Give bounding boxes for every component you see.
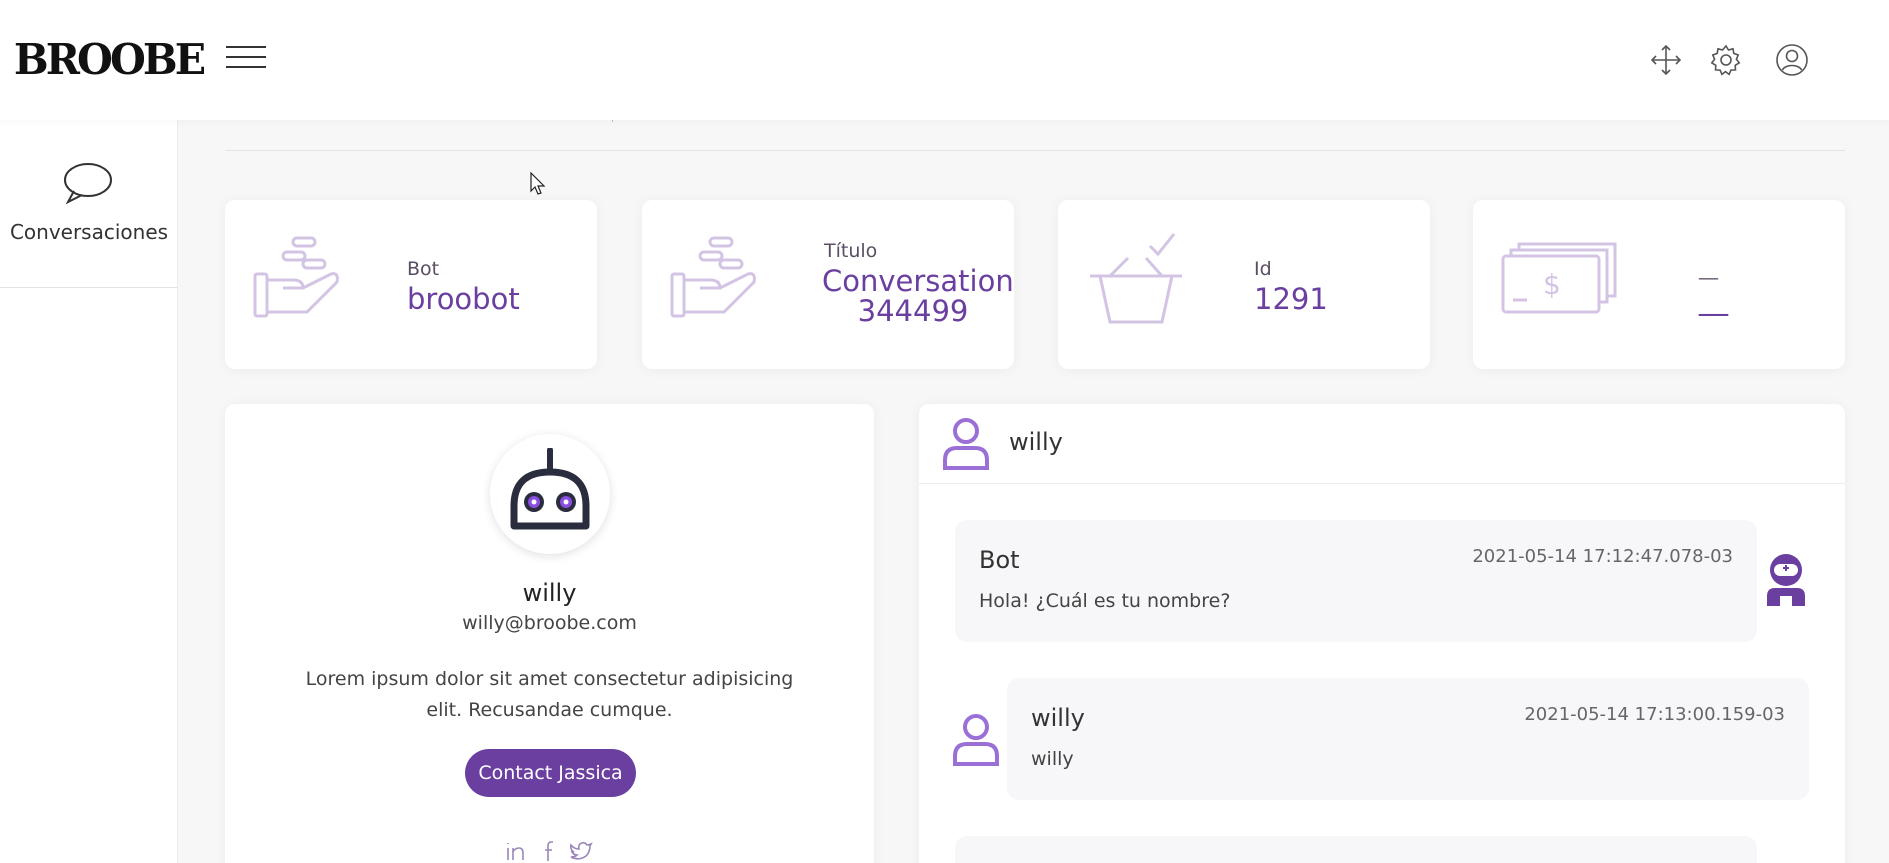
menu-toggle-icon[interactable]	[226, 46, 266, 72]
user-avatar-icon	[953, 714, 999, 766]
stat-value: __	[1699, 282, 1728, 316]
stat-card-amount: $ __ __	[1473, 200, 1845, 369]
user-circle-icon[interactable]	[1774, 42, 1810, 78]
message-timestamp: 2021-05-14 17:13:00.159-03	[1524, 704, 1785, 725]
message-timestamp: 2021-05-14 17:12:47.078-03	[1472, 546, 1733, 567]
profile-description: Lorem ipsum dolor sit amet consectetur a…	[305, 668, 794, 721]
contact-button[interactable]: Contact Jassica	[465, 749, 636, 797]
profile-email[interactable]: willy@broobe.com	[225, 612, 874, 634]
message-sender: willy	[1031, 704, 1085, 732]
top-bar: BROOBE	[0, 0, 1889, 120]
banknotes-icon: $	[1501, 242, 1617, 314]
message-sender: Bot	[979, 546, 1020, 574]
stat-value: 1291	[1254, 282, 1328, 316]
stat-label: Id	[1254, 258, 1272, 280]
sidebar: Conversaciones	[0, 120, 178, 863]
mouse-cursor-icon	[530, 172, 546, 195]
social-links	[505, 840, 595, 863]
chat-message-bot: Bot 2021-05-14 17:12:47.078-03 Hola! ¿Cu…	[955, 520, 1757, 642]
robot-icon	[510, 448, 590, 530]
profile-card: willy willy@broobe.com Lorem ipsum dolor…	[225, 404, 874, 863]
hand-coins-icon	[670, 236, 756, 318]
stat-card-titulo: Título Conversation 344499	[642, 200, 1014, 369]
hand-coins-icon	[253, 236, 339, 318]
move-icon[interactable]	[1648, 42, 1684, 78]
linkedin-icon[interactable]	[505, 840, 527, 862]
stat-label: Bot	[407, 258, 440, 280]
bot-avatar	[490, 434, 610, 554]
stat-label: __	[1699, 258, 1718, 280]
stat-card-bot: Bot broobot	[225, 200, 597, 369]
stat-label: Título	[824, 240, 878, 262]
sidebar-item-conversaciones[interactable]: Conversaciones	[0, 120, 178, 288]
basket-check-icon	[1090, 233, 1182, 324]
stat-value: Conversation 344499	[822, 264, 1014, 328]
chat-bubble-icon	[64, 163, 112, 205]
svg-text:$: $	[1543, 268, 1561, 301]
profile-name: willy	[522, 579, 577, 607]
section-divider	[225, 150, 1845, 151]
message-text: Hola! ¿Cuál es tu nombre?	[979, 590, 1231, 612]
chat-message-user: willy 2021-05-14 17:13:00.159-03 willy	[1007, 678, 1809, 800]
twitter-icon[interactable]	[569, 840, 593, 862]
bot-avatar-icon	[1767, 554, 1805, 606]
chat-header: willy	[919, 404, 1845, 484]
chat-panel: willy Bot 2021-05-14 17:12:47.078-03 Hol…	[919, 404, 1845, 863]
user-icon	[943, 418, 989, 470]
sidebar-item-label: Conversaciones	[9, 220, 169, 244]
chat-contact-name: willy	[1009, 428, 1063, 456]
gear-icon[interactable]	[1708, 42, 1744, 78]
facebook-icon[interactable]	[539, 840, 561, 862]
stat-value: broobot	[407, 282, 520, 316]
stat-card-id: Id 1291	[1058, 200, 1430, 369]
chat-message-partial	[955, 836, 1757, 863]
logo[interactable]: BROOBE	[14, 34, 206, 86]
message-text: willy	[1031, 748, 1074, 770]
